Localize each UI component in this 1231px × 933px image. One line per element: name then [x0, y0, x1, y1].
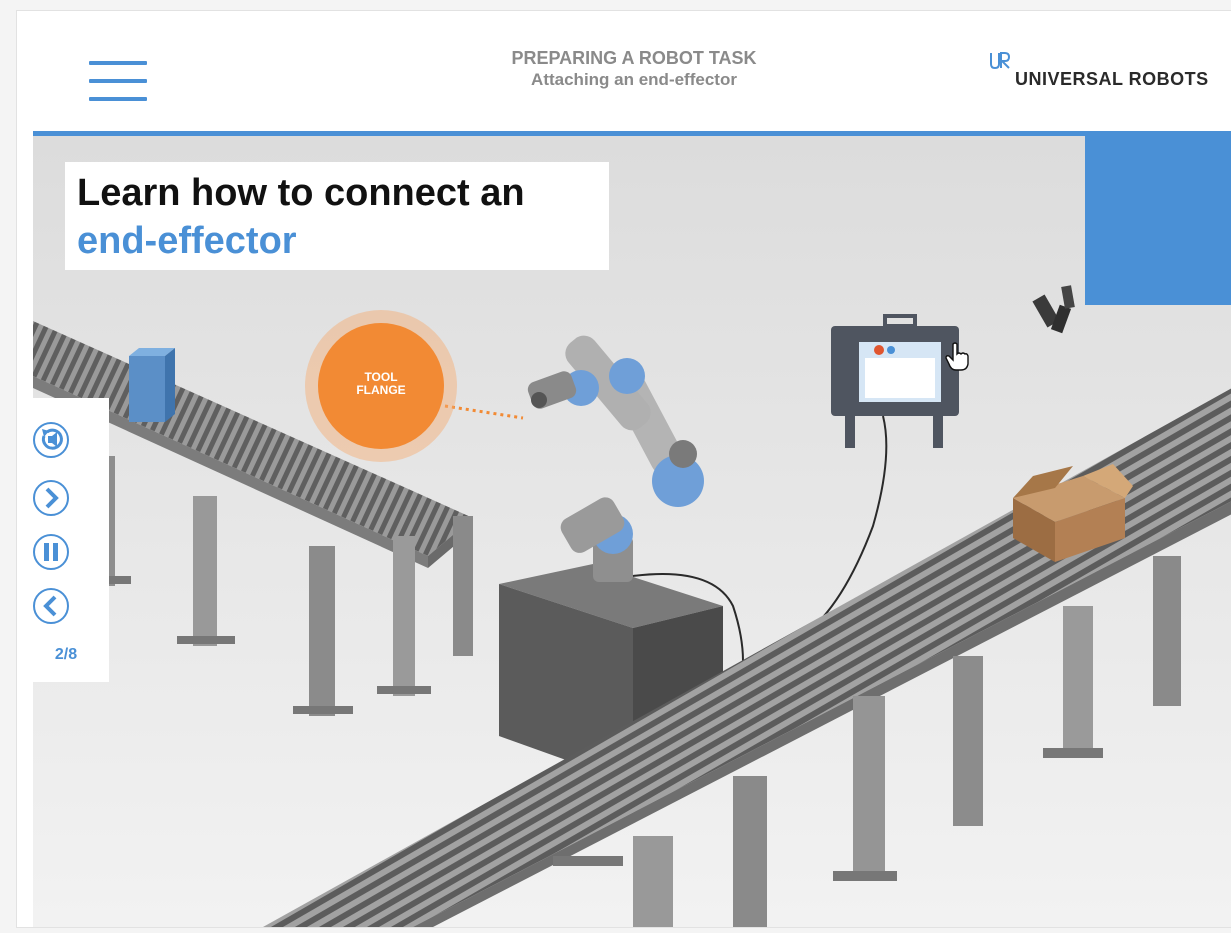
tool-flange-callout[interactable]: TOOL FLANGE [318, 323, 444, 449]
hamburger-menu-icon-line [89, 97, 147, 101]
chevron-right-icon[interactable] [33, 480, 69, 516]
hamburger-menu-icon-line [89, 79, 147, 83]
chevron-left-icon[interactable] [33, 588, 69, 624]
hand-cursor-icon [945, 342, 969, 371]
page-title: PREPARING A ROBOT TASK [511, 48, 757, 68]
header-titles: PREPARING A ROBOT TASK Attaching an end-… [417, 47, 851, 91]
animation-scene: Learn how to connect an end-effector TOO… [33, 136, 1231, 927]
hamburger-menu-icon [89, 61, 147, 65]
lesson-heading: Learn how to connect an end-effector [65, 162, 609, 270]
header: PREPARING A ROBOT TASK Attaching an end-… [17, 11, 1231, 131]
menu-button[interactable] [89, 61, 149, 109]
playback-controls: 2/8 [33, 398, 109, 682]
blue-accent-panel [1085, 136, 1231, 305]
replay-audio-icon[interactable] [33, 422, 69, 458]
logo-text: UNIVERSAL ROBOTS [1015, 69, 1209, 89]
lesson-frame: PREPARING A ROBOT TASK Attaching an end-… [16, 10, 1231, 928]
pause-icon[interactable] [33, 534, 69, 570]
heading-line-2-highlight: end-effector [77, 220, 297, 262]
page-subtitle: Attaching an end-effector [531, 70, 737, 89]
callout-line-2: FLANGE [356, 383, 406, 397]
universal-robots-logo: UNIVERSAL ROBOTS [989, 51, 1229, 95]
blue-sensor-box [129, 348, 175, 422]
ur-logo-icon [989, 51, 1011, 71]
slide-counter: 2/8 [54, 646, 78, 663]
heading-line-1: Learn how to connect an [77, 172, 525, 214]
